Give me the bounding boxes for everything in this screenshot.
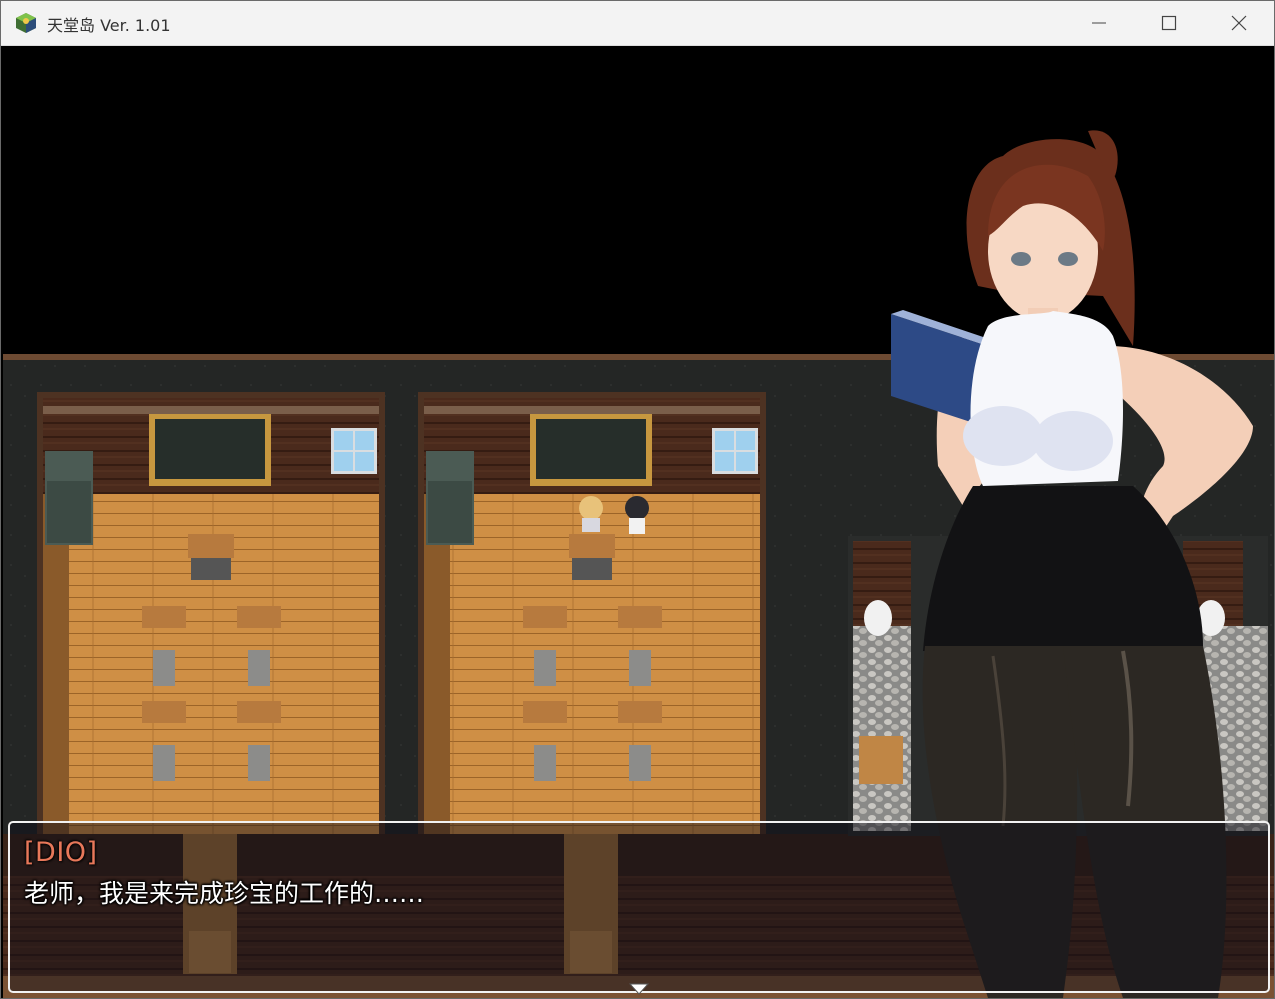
speaker-name: [DIO] xyxy=(24,837,98,868)
game-viewport[interactable]: [DIO] 老师，我是来完成珍宝的工作的…… xyxy=(3,46,1274,998)
window-title: 天堂岛 Ver. 1.01 xyxy=(47,16,171,35)
close-icon xyxy=(1231,15,1247,31)
continue-arrow-icon[interactable] xyxy=(628,982,650,996)
student-blonde xyxy=(579,496,603,532)
minimize-button[interactable] xyxy=(1064,1,1134,45)
game-window: 天堂岛 Ver. 1.01 [DIO] 老师，我是来完成珍宝的工作的…… xyxy=(0,0,1275,999)
close-button[interactable] xyxy=(1204,1,1274,45)
classroom-right xyxy=(418,392,766,838)
maximize-icon xyxy=(1161,15,1177,31)
classroom-left xyxy=(37,392,385,838)
minimize-icon xyxy=(1092,22,1106,24)
dialog-message: 老师，我是来完成珍宝的工作的…… xyxy=(24,879,425,908)
maximize-button[interactable] xyxy=(1134,1,1204,45)
app-game-icon xyxy=(16,13,36,33)
dialog-box[interactable]: [DIO] 老师，我是来完成珍宝的工作的…… xyxy=(8,821,1270,993)
title-bar[interactable]: 天堂岛 Ver. 1.01 xyxy=(1,1,1274,46)
